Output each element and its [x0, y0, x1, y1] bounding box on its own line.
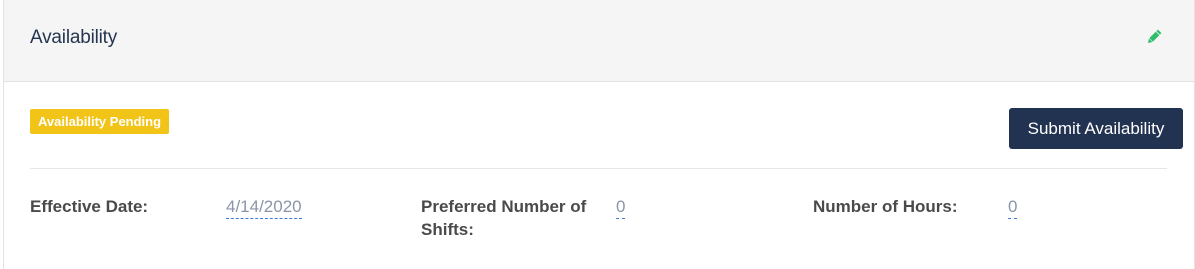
panel-title: Availability	[30, 27, 118, 48]
effective-date-label: Effective Date:	[30, 197, 149, 216]
submit-availability-button[interactable]: Submit Availability	[1009, 108, 1183, 149]
number-of-hours-value[interactable]: 0	[1008, 195, 1018, 219]
preferred-shifts-label: Preferred Number of Shifts:	[421, 197, 587, 239]
availability-panel: Availability Availability Pending Submit…	[3, 0, 1195, 269]
pencil-icon[interactable]	[1145, 28, 1163, 46]
preferred-shifts-value[interactable]: 0	[616, 195, 626, 219]
divider	[30, 168, 1167, 169]
effective-date-value[interactable]: 4/14/2020	[226, 195, 302, 219]
status-badge: Availability Pending	[30, 109, 170, 134]
number-of-hours-label: Number of Hours:	[813, 197, 958, 216]
panel-header: Availability	[4, 0, 1194, 82]
